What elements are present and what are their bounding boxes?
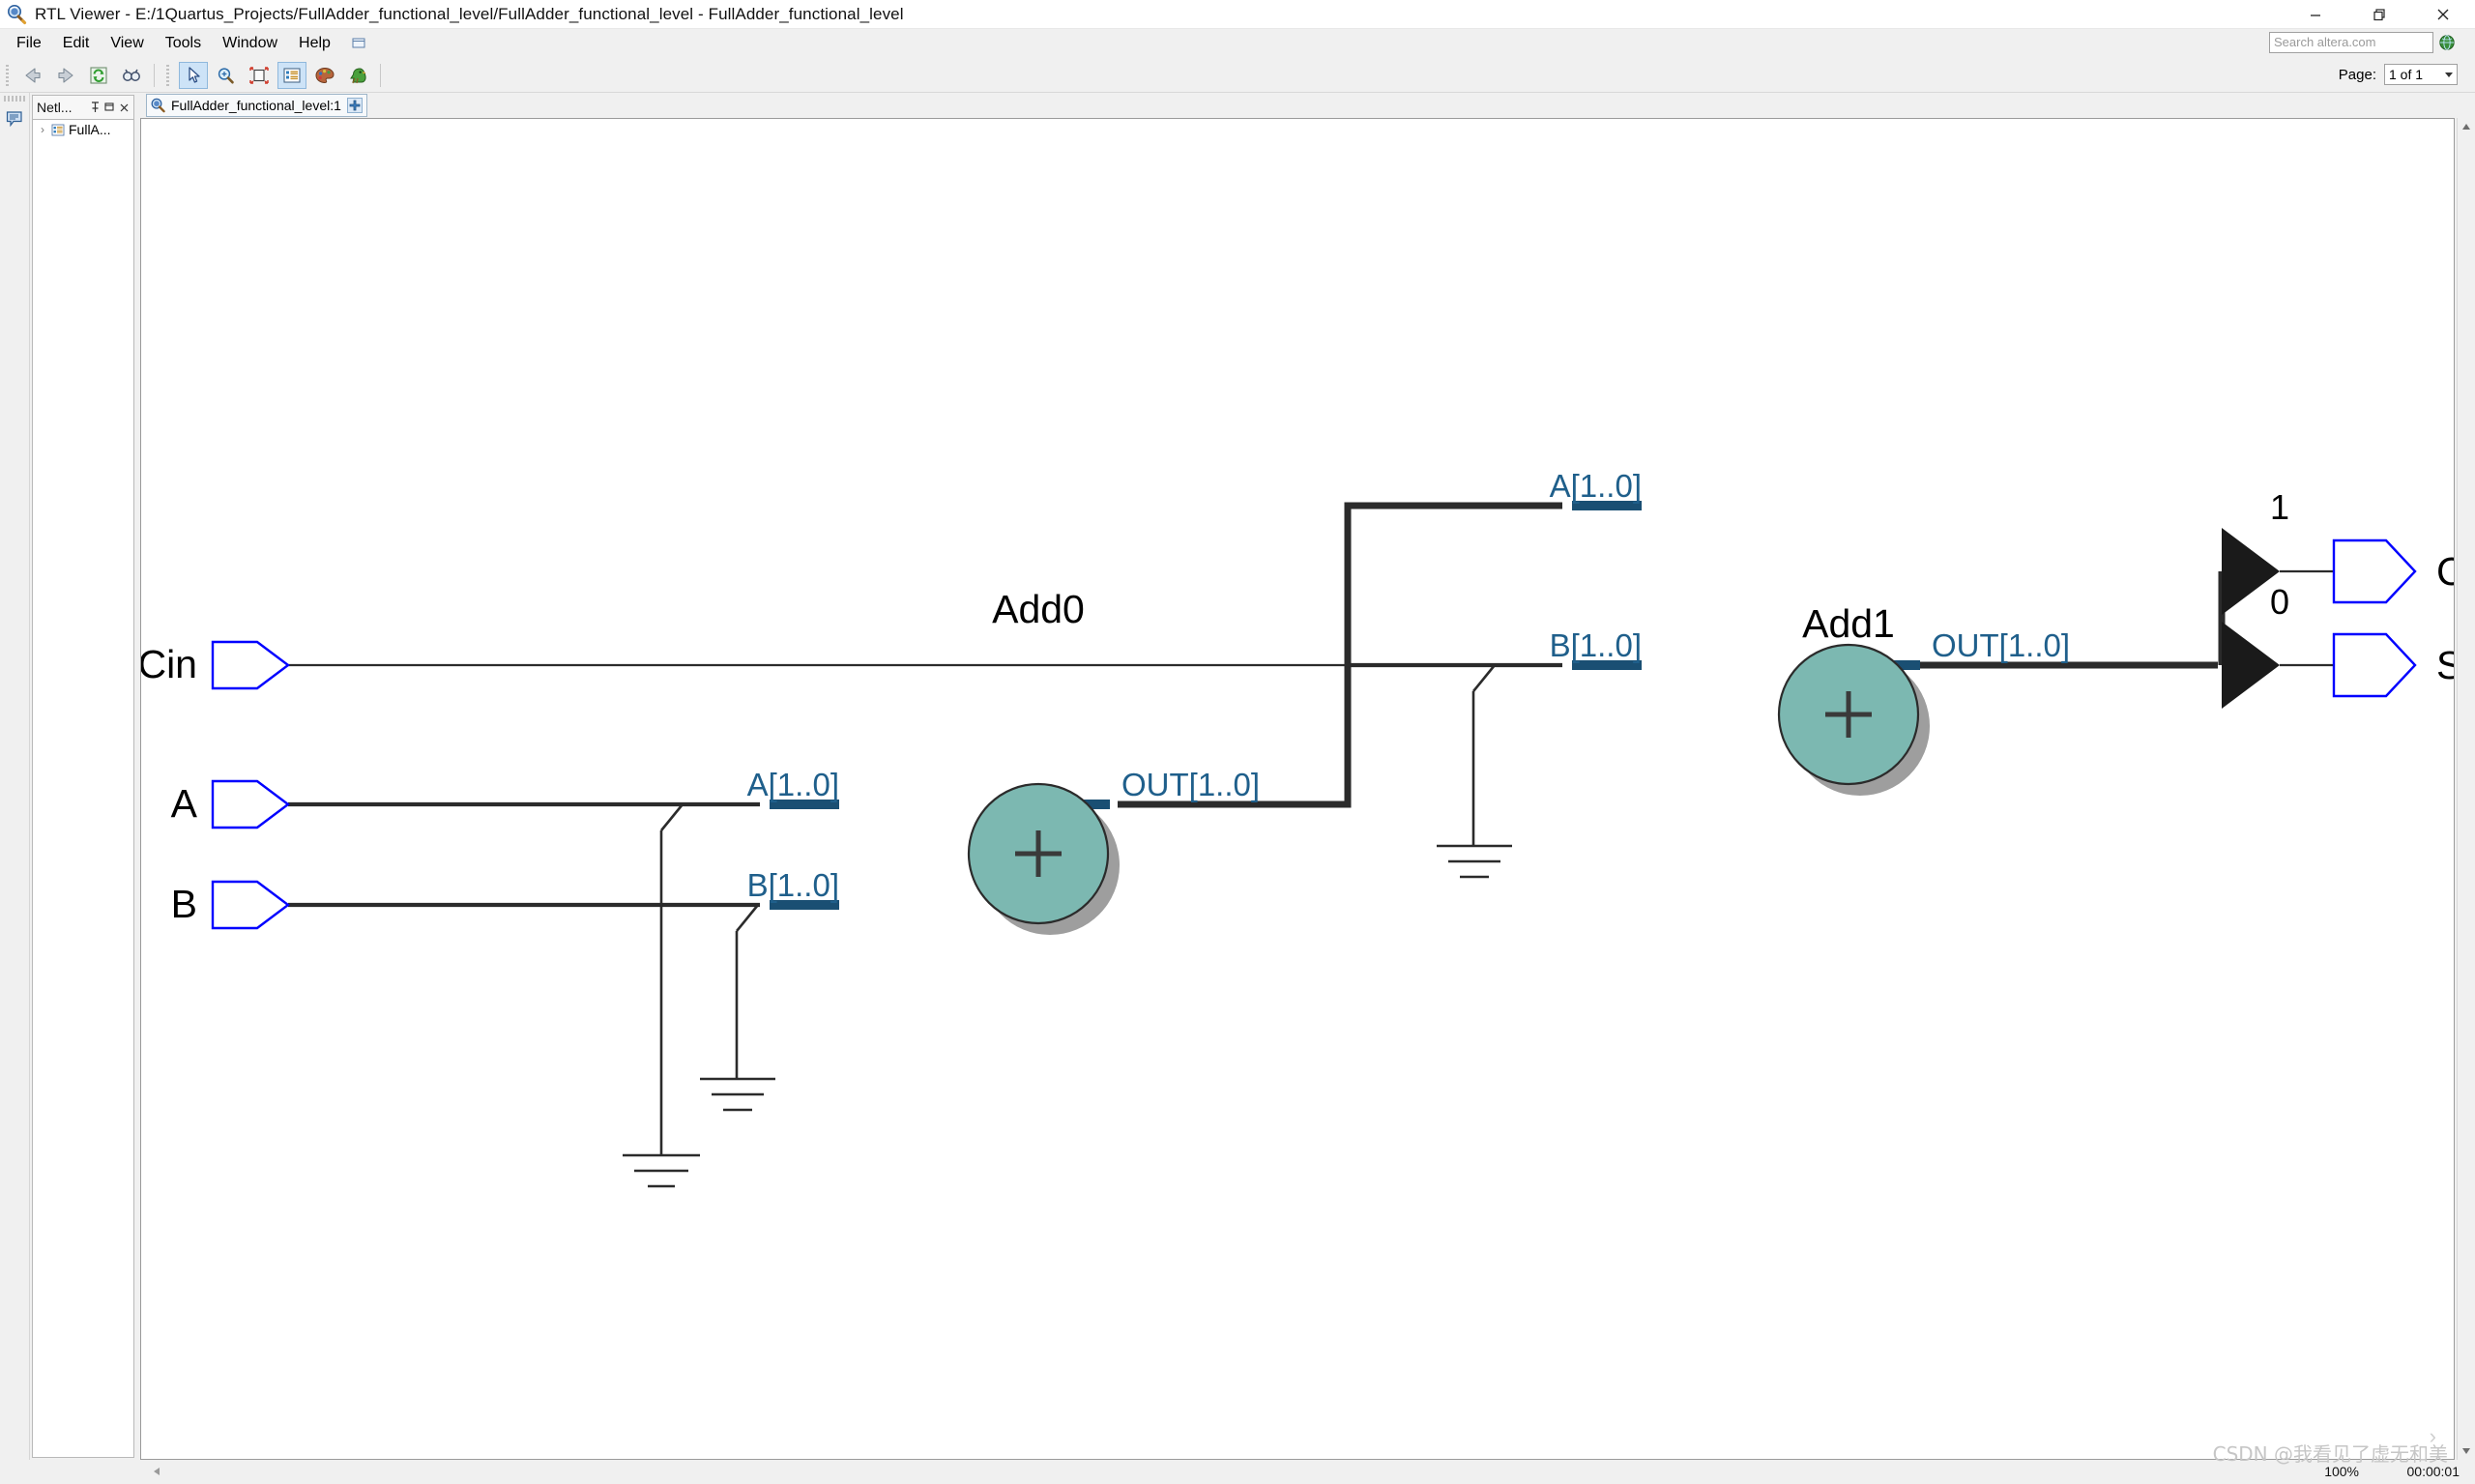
forward-icon[interactable] [51,62,80,89]
block-add0[interactable]: Add0 A[1..0] B[1..0] OUT[1..0] [747,587,1260,935]
elapsed-time: 00:00:01 [2406,1464,2460,1479]
chevron-left-icon [154,1468,160,1475]
bird-icon[interactable] [343,62,372,89]
tab-label: FullAdder_functional_level:1 [171,98,341,113]
page-label: Page: [2338,66,2376,83]
menu-item-edit[interactable]: Edit [52,31,101,56]
toolbar [0,58,2475,93]
menu-item-window[interactable]: Window [212,31,288,56]
close-button[interactable] [2411,0,2475,29]
input-port-cin-label: Cin [141,642,197,686]
rtl-schematic: Cin A B Add0 A[1..0] B[1..0] OUT[1..0] A… [141,468,2455,1188]
zoom-level: 100% [2324,1464,2359,1479]
toolbar-grip-2[interactable] [164,62,173,88]
left-tool-strip [0,93,30,1484]
window-list-icon[interactable] [351,36,370,51]
input-port-b[interactable]: B [171,880,290,930]
block-add0-label: Add0 [992,587,1085,631]
scroll-up-button[interactable] [2458,118,2475,135]
bit-tap-cout-label: 1 [2270,487,2289,527]
schematic-canvas[interactable]: Cin A B Add0 A[1..0] B[1..0] OUT[1..0] A… [140,118,2455,1460]
title-bar: RTL Viewer - E:/1Quartus_Projects/FullAd… [0,0,2475,29]
rtl-viewer-icon [150,98,166,113]
netlist-tree: › FullA... [32,120,134,1458]
close-icon[interactable] [118,101,131,114]
toolbar-grip[interactable] [4,62,13,88]
refresh-icon[interactable] [84,62,113,89]
menu-bar: File Edit View Tools Window Help [0,29,2475,58]
find-icon[interactable] [117,62,146,89]
rtl-viewer-icon [6,4,27,25]
zoom-tool-icon[interactable] [212,62,241,89]
block-add1[interactable]: Add1 A[1..0] B[1..0] OUT[1..0] [1550,468,2070,796]
page-selector: Page: 1 of 1 [2339,64,2458,85]
menu-item-help[interactable]: Help [288,31,341,56]
ground-symbol-b [700,904,775,1112]
back-icon[interactable] [18,62,47,89]
menu-item-tools[interactable]: Tools [155,31,212,56]
input-port-cin[interactable]: Cin [141,640,290,690]
list-item[interactable]: › FullA... [33,120,133,139]
window-title: RTL Viewer - E:/1Quartus_Projects/FullAd… [35,4,904,23]
watermark-caret: › [2429,1424,2436,1448]
output-port-sum-label: Sum [2436,643,2455,687]
tab-add-icon[interactable] [346,98,363,113]
status-bar: 100% 00:00:01 [0,1460,2475,1484]
input-port-b-label: B [171,882,197,926]
chevron-right-icon[interactable]: › [37,123,48,136]
vertical-scrollbar[interactable] [2457,118,2474,1460]
fit-page-icon[interactable] [245,62,274,89]
message-window-icon[interactable] [6,110,24,128]
pin-icon[interactable] [89,101,102,114]
ground-symbol-cin [1437,664,1512,879]
color-palette-icon[interactable] [310,62,339,89]
netlist-panel-title: Netl... [37,100,73,115]
wire-add0-out-to-add1-a [1118,502,1562,808]
chevron-down-icon [2445,72,2453,77]
netlist-navigator-panel: Netl... › FullA... [30,93,136,1460]
select-tool-icon[interactable] [179,61,208,89]
globe-icon[interactable] [2438,34,2456,51]
netlist-panel-header: Netl... [32,95,134,120]
tab-fulladder-functional-level[interactable]: FullAdder_functional_level:1 [146,94,367,117]
list-item-label: FullA... [69,122,111,137]
add0-port-out-label: OUT[1..0] [1121,767,1260,802]
toolbar-separator [154,63,155,87]
block-add1-label: Add1 [1802,601,1895,646]
tab-strip: FullAdder_functional_level:1 [140,93,2475,118]
add1-port-out-label: OUT[1..0] [1932,627,2070,663]
window-controls [2284,0,2475,29]
minimize-button[interactable] [2284,0,2347,29]
page-value: 1 of 1 [2389,67,2424,82]
hierarchy-icon [51,124,66,136]
menu-item-view[interactable]: View [100,31,154,56]
output-port-sum[interactable]: Sum [2332,632,2455,698]
input-port-a[interactable]: A [171,779,290,829]
add0-port-a-label: A[1..0] [747,767,839,802]
add1-port-a-label: A[1..0] [1550,468,1642,504]
output-port-cout[interactable]: Cout [2332,538,2455,604]
output-port-cout-label: Cout [2436,549,2455,594]
restore-button[interactable] [2347,0,2411,29]
caret-up-icon [2462,124,2470,130]
float-icon[interactable] [103,101,116,114]
scroll-down-button[interactable] [2458,1442,2475,1460]
add0-port-b-label: B[1..0] [747,867,839,903]
caret-down-icon [2462,1448,2470,1454]
toolbar-separator-2 [380,63,381,87]
bit-tap-sum-label: 0 [2270,582,2289,622]
netlist-navigator-icon[interactable] [277,61,306,89]
search-area: Search altera.com [2269,32,2456,53]
page-dropdown[interactable]: 1 of 1 [2384,64,2458,85]
left-strip-grip[interactable] [4,96,25,102]
input-port-a-label: A [171,781,198,826]
menu-item-file[interactable]: File [6,31,52,56]
search-input[interactable]: Search altera.com [2269,32,2433,53]
collapse-panel-button[interactable] [147,1462,166,1481]
add1-port-b-label: B[1..0] [1550,627,1642,663]
ground-symbol-a [623,803,700,1188]
